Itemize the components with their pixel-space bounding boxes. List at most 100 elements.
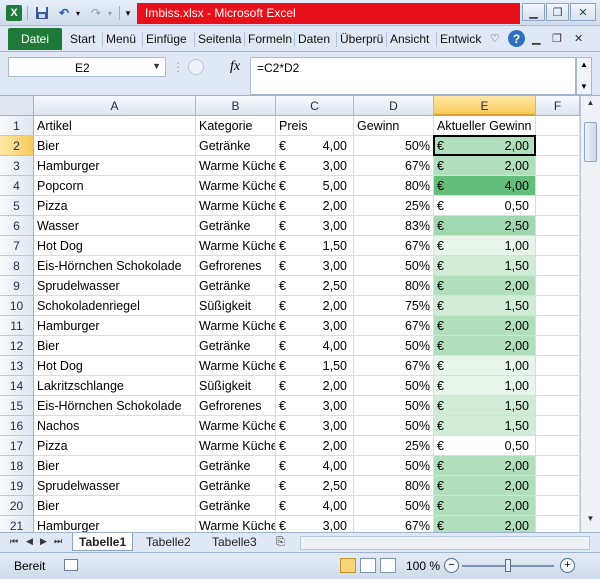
row-header[interactable]: 11 (0, 316, 34, 336)
cell-artikel[interactable]: Eis-Hörnchen Schokolade (34, 256, 196, 276)
cell-kategorie[interactable]: Getränke (196, 496, 276, 516)
cell-kategorie[interactable]: Gefrorenes (196, 396, 276, 416)
page-layout-view-icon[interactable] (360, 558, 376, 573)
cell-preis[interactable]: €3,00 (276, 216, 354, 236)
sheet-tab-tabelle2[interactable]: Tabelle2 (140, 533, 197, 551)
restore-button[interactable]: ❐ (546, 3, 569, 21)
header-cell-artikel[interactable]: Artikel (34, 116, 196, 136)
row-header[interactable]: 4 (0, 176, 34, 196)
cell-aktueller-gewinn[interactable]: €2,00 (434, 496, 536, 516)
cell-aktueller-gewinn[interactable]: €2,00 (434, 456, 536, 476)
cell-empty[interactable] (536, 516, 580, 532)
cell-kategorie[interactable]: Getränke (196, 136, 276, 156)
cell-aktueller-gewinn[interactable]: €1,00 (434, 356, 536, 376)
cell-aktueller-gewinn[interactable]: €1,50 (434, 416, 536, 436)
workbook-minimize-icon[interactable]: ▁ (532, 32, 540, 45)
cell-kategorie[interactable]: Warme Küche (196, 156, 276, 176)
cell-preis[interactable]: €3,00 (276, 516, 354, 532)
cell-preis[interactable]: €1,50 (276, 356, 354, 376)
last-sheet-icon[interactable]: ⏭ (54, 536, 62, 547)
cell-kategorie[interactable]: Getränke (196, 456, 276, 476)
cell-empty[interactable] (536, 216, 580, 236)
chevron-down-icon[interactable]: ▼ (152, 61, 161, 71)
insert-function-icon[interactable]: fx (230, 59, 240, 75)
cell-kategorie[interactable]: Getränke (196, 276, 276, 296)
cell-empty[interactable] (536, 336, 580, 356)
scroll-up-icon[interactable]: ▲ (584, 98, 597, 112)
insert-sheet-icon[interactable]: ⎘ (270, 533, 291, 551)
cell-empty[interactable] (536, 476, 580, 496)
tab-formeln[interactable]: Formeln (248, 32, 292, 46)
cell-artikel[interactable]: Pizza (34, 436, 196, 456)
prev-sheet-icon[interactable]: ◀ (26, 536, 33, 547)
minimize-button[interactable]: ▁ (522, 3, 545, 21)
row-header[interactable]: 14 (0, 376, 34, 396)
row-header[interactable]: 17 (0, 436, 34, 456)
row-header[interactable]: 6 (0, 216, 34, 236)
cell-artikel[interactable]: Hamburger (34, 316, 196, 336)
excel-app-icon[interactable]: X (6, 5, 22, 21)
cell-preis[interactable]: €1,50 (276, 236, 354, 256)
cell-kategorie[interactable]: Warme Küche (196, 356, 276, 376)
cell-kategorie[interactable]: Getränke (196, 336, 276, 356)
cell-kategorie[interactable]: Warme Küche (196, 516, 276, 532)
cell-empty[interactable] (536, 496, 580, 516)
cell-artikel[interactable]: Bier (34, 136, 196, 156)
help-icon[interactable]: ? (508, 30, 525, 47)
cell-gewinn[interactable]: 67% (354, 236, 434, 256)
cell-gewinn[interactable]: 80% (354, 276, 434, 296)
cell-artikel[interactable]: Bier (34, 456, 196, 476)
header-cell-gewinn[interactable]: Gewinn (354, 116, 434, 136)
page-break-view-icon[interactable] (380, 558, 396, 573)
cell-empty[interactable] (536, 356, 580, 376)
cell-artikel[interactable]: Sprudelwasser (34, 276, 196, 296)
cell-empty[interactable] (536, 196, 580, 216)
cell-empty[interactable] (536, 296, 580, 316)
zoom-slider-knob[interactable] (505, 559, 511, 572)
cell-artikel[interactable]: Pizza (34, 196, 196, 216)
cell-kategorie[interactable]: Warme Küche (196, 436, 276, 456)
cell-aktueller-gewinn[interactable]: €1,00 (434, 376, 536, 396)
cell-aktueller-gewinn[interactable]: €1,00 (434, 236, 536, 256)
row-header[interactable]: 7 (0, 236, 34, 256)
cell-aktueller-gewinn[interactable]: €0,50 (434, 196, 536, 216)
formula-expand-button[interactable]: ▲ ▼ (576, 57, 592, 95)
cell-preis[interactable]: €2,50 (276, 476, 354, 496)
column-header-b[interactable]: B (196, 96, 276, 116)
row-header[interactable]: 21 (0, 516, 34, 532)
cell-empty[interactable] (536, 276, 580, 296)
row-header[interactable]: 3 (0, 156, 34, 176)
customize-qat-icon[interactable]: ▾ (123, 5, 133, 21)
cell-empty[interactable] (536, 136, 580, 156)
cell-aktueller-gewinn[interactable]: €2,50 (434, 216, 536, 236)
cell-artikel[interactable]: Popcorn (34, 176, 196, 196)
cell-gewinn[interactable]: 67% (354, 356, 434, 376)
cell-kategorie[interactable]: Warme Küche (196, 316, 276, 336)
column-header-d[interactable]: D (354, 96, 434, 116)
macro-record-icon[interactable] (64, 559, 78, 571)
cell-artikel[interactable]: Hot Dog (34, 356, 196, 376)
cell-empty[interactable] (536, 436, 580, 456)
cell-preis[interactable]: €4,00 (276, 336, 354, 356)
cell-aktueller-gewinn[interactable]: €0,50 (434, 436, 536, 456)
vertical-scrollbar[interactable]: ▲ ▼ (580, 96, 600, 532)
row-header[interactable]: 15 (0, 396, 34, 416)
cell-aktueller-gewinn[interactable]: €1,50 (434, 396, 536, 416)
next-sheet-icon[interactable]: ▶ (40, 536, 47, 547)
row-header[interactable]: 2 (0, 136, 34, 156)
row-header[interactable]: 12 (0, 336, 34, 356)
cell-gewinn[interactable]: 67% (354, 156, 434, 176)
zoom-level[interactable]: 100 % (406, 559, 440, 573)
cell-artikel[interactable]: Bier (34, 336, 196, 356)
cell-gewinn[interactable]: 50% (354, 456, 434, 476)
workbook-restore-icon[interactable]: ❐ (552, 32, 562, 45)
column-header-a[interactable]: A (34, 96, 196, 116)
cell-aktueller-gewinn[interactable]: €2,00 (434, 276, 536, 296)
row-header[interactable]: 5 (0, 196, 34, 216)
cell-preis[interactable]: €2,00 (276, 296, 354, 316)
spreadsheet-grid[interactable]: A B C D E F 1 Artikel Kategorie Preis Gewinn Aktuel… (0, 96, 580, 532)
cell-gewinn[interactable]: 50% (354, 136, 434, 156)
cell-preis[interactable]: €3,00 (276, 156, 354, 176)
zoom-out-icon[interactable]: − (444, 558, 459, 573)
cell-gewinn[interactable]: 80% (354, 176, 434, 196)
